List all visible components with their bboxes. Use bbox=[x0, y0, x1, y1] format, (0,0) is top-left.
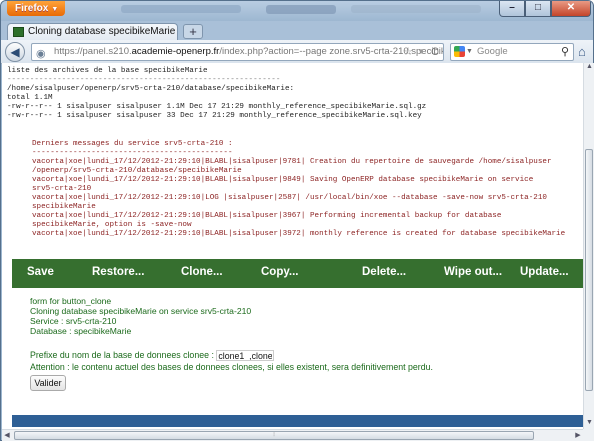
archive-line: -rw-r--r-- 1 sisalpuser sisalpuser 33 De… bbox=[7, 112, 422, 120]
google-icon bbox=[454, 46, 465, 57]
search-icon[interactable]: ⚲ bbox=[561, 44, 569, 60]
prefix-row: Prefixe du nom de la base de donnees clo… bbox=[30, 350, 275, 362]
prefix-input[interactable] bbox=[216, 350, 275, 362]
horizontal-scrollbar[interactable]: ◀ ⦙ ▶ bbox=[2, 429, 583, 441]
archive-line: total 1.1M bbox=[7, 94, 53, 102]
action-toolbar: Save Restore... Clone... Copy... Delete.… bbox=[12, 259, 583, 288]
restore-button[interactable]: Restore... bbox=[92, 266, 144, 278]
navigation-bar: ◀ ◉ https://panel.s210.academie-openerp.… bbox=[1, 40, 593, 64]
firefox-menu-label: Firefox bbox=[15, 3, 49, 14]
search-box[interactable]: ▼ Google ⚲ bbox=[450, 43, 574, 61]
form-database: Database : specibikeMarie bbox=[30, 326, 132, 336]
tab-bar: Cloning database specibikeMarie on ser..… bbox=[1, 21, 593, 40]
message-line: vacorta|xoe|lundi_17/12/2012-21:29:10|BL… bbox=[32, 176, 534, 184]
scrollbar-corner bbox=[583, 429, 594, 441]
messages-header: Derniers messages du service srv5-crta-2… bbox=[32, 140, 233, 148]
copy-button[interactable]: Copy... bbox=[261, 266, 298, 278]
new-tab-button[interactable]: + bbox=[183, 24, 203, 39]
message-line: vacorta|xoe|lundi_17/12/2012-21:29:10|BL… bbox=[32, 230, 566, 238]
message-line: vacorta|xoe|lundi_17/12/2012-21:29:10|BL… bbox=[32, 212, 502, 220]
form-description: Cloning database specibikeMarie on servi… bbox=[30, 306, 252, 316]
form-heading: form for button_clone bbox=[30, 296, 112, 306]
window-controls: – □ ✕ bbox=[499, 1, 591, 17]
url-bar[interactable]: ◉ https://panel.s210.academie-openerp.fr… bbox=[31, 43, 444, 61]
horizontal-scroll-thumb[interactable]: ⦙ bbox=[14, 431, 534, 440]
site-favicon-icon bbox=[13, 27, 24, 37]
service-messages: Derniers messages du service srv5-crta-2… bbox=[32, 140, 565, 239]
message-line: vacorta|xoe|lundi_17/12/2012-21:29:10|LO… bbox=[32, 194, 547, 202]
maximize-button[interactable]: □ bbox=[525, 1, 551, 17]
chevron-down-icon: ▼ bbox=[51, 6, 59, 13]
url-domain: academie-openerp.fr bbox=[131, 46, 220, 57]
message-line: /openerp/srv5-crta-210/database/specibik… bbox=[32, 167, 242, 175]
blurred-title-region bbox=[351, 5, 481, 13]
warning-text: Attention : le contenu actuel des bases … bbox=[30, 362, 433, 372]
archive-line: -rw-r--r-- 1 sisalpuser sisalpuser 1.1M … bbox=[7, 103, 427, 111]
search-placeholder: Google bbox=[477, 46, 508, 57]
save-button[interactable]: Save bbox=[27, 266, 54, 278]
tab-title: Cloning database specibikeMarie on ser..… bbox=[28, 26, 177, 37]
vertical-scrollbar[interactable]: ▲ ▼ bbox=[583, 63, 594, 429]
message-line: specibikeMarie bbox=[32, 203, 96, 211]
scroll-up-icon[interactable]: ▲ bbox=[585, 63, 594, 73]
browser-tab[interactable]: Cloning database specibikeMarie on ser..… bbox=[7, 23, 178, 40]
scroll-left-icon[interactable]: ◀ bbox=[2, 431, 12, 441]
title-bar: Firefox ▼ – □ ✕ bbox=[1, 1, 593, 21]
archive-title: liste des archives de la base specibikeM… bbox=[7, 67, 208, 75]
delete-button[interactable]: Delete... bbox=[362, 266, 406, 278]
update-button[interactable]: Update... bbox=[520, 266, 569, 278]
messages-separator: ----------------------------------------… bbox=[32, 149, 233, 157]
archive-listing: liste des archives de la base specibikeM… bbox=[7, 67, 426, 121]
form-service: Service : srv5-crta-210 bbox=[30, 316, 117, 326]
bookmark-star-icon[interactable]: ☆ bbox=[403, 44, 413, 60]
scroll-right-icon[interactable]: ▶ bbox=[573, 431, 583, 441]
firefox-menu-button[interactable]: Firefox ▼ bbox=[7, 1, 65, 16]
scroll-down-icon[interactable]: ▼ bbox=[585, 419, 594, 429]
footer-bar bbox=[12, 415, 583, 427]
back-button[interactable]: ◀ bbox=[5, 42, 25, 62]
url-prefix: https://panel.s210. bbox=[54, 46, 132, 57]
arrow-left-icon: ◀ bbox=[10, 45, 20, 59]
history-dropdown-icon[interactable]: ▼ bbox=[417, 44, 425, 60]
home-icon[interactable]: ⌂ bbox=[578, 44, 592, 60]
chevron-down-icon: ▼ bbox=[466, 48, 473, 55]
prefix-label: Prefixe du nom de la base de donnees clo… bbox=[30, 350, 214, 360]
blurred-title-region bbox=[266, 5, 336, 14]
page-content: liste des archives de la base specibikeM… bbox=[2, 63, 583, 429]
identity-icon: ◉ bbox=[36, 48, 46, 60]
message-line: srv5-crta-210 bbox=[32, 185, 92, 193]
clone-form-info: form for button_clone Cloning database s… bbox=[30, 296, 251, 336]
archive-line: /home/sisalpuser/openerp/srv5-crta-210/d… bbox=[7, 85, 295, 93]
vertical-scroll-thumb[interactable] bbox=[585, 149, 593, 391]
minimize-button[interactable]: – bbox=[499, 1, 525, 17]
clone-button[interactable]: Clone... bbox=[181, 266, 223, 278]
blurred-title-region bbox=[121, 5, 241, 13]
message-line: vacorta|xoe|lundi_17/12/2012-21:29:10|BL… bbox=[32, 158, 552, 166]
reload-icon[interactable]: C bbox=[431, 44, 439, 60]
archive-separator: ----------------------------------------… bbox=[7, 76, 281, 84]
submit-button[interactable]: Valider bbox=[30, 375, 66, 391]
wipe-out-button[interactable]: Wipe out... bbox=[444, 266, 502, 278]
close-window-button[interactable]: ✕ bbox=[551, 1, 591, 17]
message-line: specibikeMarie, option is -save-now bbox=[32, 221, 192, 229]
